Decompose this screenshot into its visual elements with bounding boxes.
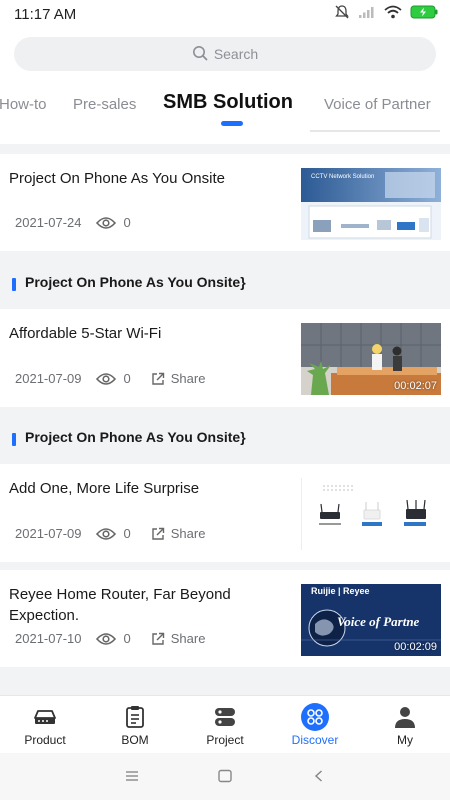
share-icon — [152, 632, 164, 645]
view-count: 0 — [95, 215, 131, 230]
article-date: 2021-07-24 — [15, 215, 82, 230]
signal-icon — [358, 5, 376, 24]
article-thumbnail[interactable]: CCTV Network Solution — [301, 168, 441, 240]
article-thumbnail[interactable] — [301, 478, 441, 550]
nav-label: Project — [206, 733, 244, 747]
section-header: Project On Phone As You Onsite} — [0, 410, 450, 468]
eye-icon — [95, 216, 116, 229]
thumbnail-caption: CCTV Network Solution — [311, 174, 375, 180]
person-icon — [394, 704, 416, 730]
article-date: 2021-07-09 — [15, 371, 82, 386]
status-time: 11:17 AM — [14, 5, 77, 23]
search-icon — [192, 45, 208, 64]
share-icon — [152, 372, 164, 385]
view-count: 0 — [95, 526, 131, 541]
nav-bom[interactable]: BOM — [90, 696, 180, 754]
article-title: Reyee Home Router, Far Beyond Expection. — [9, 586, 231, 624]
article-card[interactable]: Project On Phone As You Onsite 2021-07-2… — [0, 154, 450, 251]
project-icon — [213, 704, 237, 730]
section-header: Project On Phone As You Onsite} — [0, 255, 450, 313]
share-button[interactable]: Share — [151, 631, 205, 646]
menu-icon[interactable] — [124, 769, 140, 788]
search-area: Search — [0, 28, 450, 84]
video-thumbnail[interactable]: Ruijie | Reyee Voice of Partne 00:02:09 — [301, 584, 441, 656]
bottom-navigation: Product BOM Project Discover My — [0, 695, 450, 753]
video-thumbnail[interactable]: 00:02:07 — [301, 323, 441, 395]
search-bar[interactable]: Search — [14, 37, 436, 71]
article-title: Affordable 5-Star Wi-Fi — [9, 325, 162, 342]
view-count: 0 — [95, 631, 131, 646]
article-meta: 2021-07-10 0 Share — [15, 631, 205, 646]
share-button[interactable]: Share — [151, 371, 205, 386]
section-accent-bar — [12, 433, 16, 446]
search-placeholder: Search — [213, 46, 259, 62]
nav-label: Discover — [291, 733, 339, 747]
section-title: Project On Phone As You Onsite} — [25, 274, 246, 290]
share-icon — [152, 527, 164, 540]
article-date: 2021-07-09 — [15, 526, 82, 541]
tab-how-to[interactable]: How-to — [0, 96, 47, 113]
status-icons — [334, 4, 438, 25]
nav-label: My — [397, 733, 413, 747]
article-meta: 2021-07-09 0 Share — [15, 371, 205, 386]
eye-icon — [95, 527, 116, 540]
discover-icon — [301, 703, 329, 731]
share-button[interactable]: Share — [151, 526, 205, 541]
nav-product[interactable]: Product — [0, 696, 90, 754]
video-duration: 00:02:07 — [394, 380, 437, 392]
mute-icon — [334, 4, 350, 25]
wifi-icon — [384, 5, 402, 24]
article-meta: 2021-07-09 0 Share — [15, 526, 205, 541]
nav-my[interactable]: My — [360, 696, 450, 754]
article-card[interactable]: Affordable 5-Star Wi-Fi 2021-07-09 0 Sha… — [0, 309, 450, 407]
tab-pre-sales[interactable]: Pre-sales — [73, 96, 136, 113]
nav-label: BOM — [121, 733, 149, 747]
system-navigation-bar — [0, 753, 450, 800]
eye-icon — [95, 372, 116, 385]
article-card[interactable]: Add One, More Life Surprise 2021-07-09 0… — [0, 464, 450, 562]
home-icon[interactable] — [217, 769, 233, 788]
article-meta: 2021-07-24 0 — [15, 215, 151, 230]
status-bar: 11:17 AM — [0, 0, 450, 28]
active-tab-indicator — [221, 121, 243, 126]
nav-project[interactable]: Project — [180, 696, 270, 754]
video-duration: 00:02:09 — [394, 641, 437, 653]
back-icon[interactable] — [312, 769, 326, 788]
clipboard-icon — [125, 704, 145, 730]
nav-discover[interactable]: Discover — [270, 696, 360, 754]
category-tabs: How-to Pre-sales SMB Solution Voice of P… — [0, 84, 450, 130]
section-accent-bar — [12, 278, 16, 291]
article-title: Add One, More Life Surprise — [9, 480, 200, 497]
eye-icon — [95, 632, 116, 645]
tab-voice-of-partner[interactable]: Voice of Partner — [324, 96, 431, 113]
router-icon — [33, 704, 57, 730]
nav-label: Product — [24, 733, 66, 747]
battery-icon — [410, 5, 438, 24]
tab-smb-solution[interactable]: SMB Solution — [163, 91, 293, 114]
previous-card-edge — [0, 130, 450, 144]
feed-list[interactable]: Project On Phone As You Onsite 2021-07-2… — [0, 130, 450, 695]
article-date: 2021-07-10 — [15, 631, 82, 646]
thumbnail-brand: Ruijie | Reyee — [311, 586, 370, 596]
section-title: Project On Phone As You Onsite} — [25, 429, 246, 445]
thumbnail-banner: Voice of Partne — [337, 614, 420, 629]
view-count: 0 — [95, 371, 131, 386]
article-card[interactable]: Reyee Home Router, Far Beyond Expection.… — [0, 570, 450, 667]
article-title: Project On Phone As You Onsite — [9, 170, 225, 187]
